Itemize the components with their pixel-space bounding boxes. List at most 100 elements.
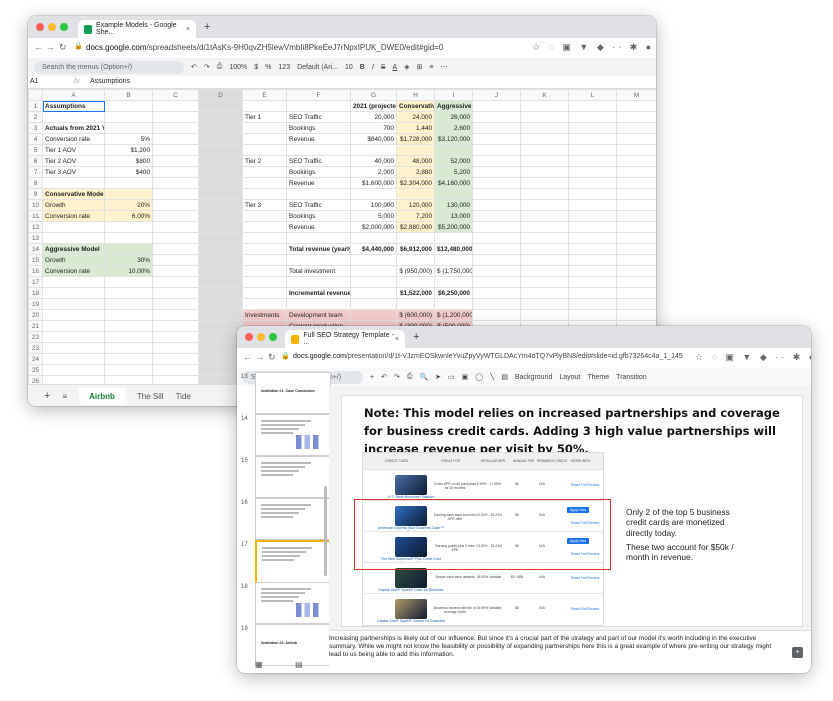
cell-c[interactable] <box>152 320 199 332</box>
cell-d[interactable] <box>198 166 243 178</box>
slide-thumbnail-18[interactable] <box>255 582 331 624</box>
cell-b[interactable]: 20% <box>104 199 153 211</box>
cell-h[interactable]: $1,522,000 <box>396 287 435 299</box>
cell-k[interactable] <box>520 254 569 266</box>
cell-e[interactable] <box>242 243 287 255</box>
back-icon[interactable]: ← <box>243 352 252 362</box>
row-header[interactable]: 17 <box>28 276 43 288</box>
tab-close-icon[interactable]: × <box>186 26 190 33</box>
cell-d[interactable] <box>198 353 243 365</box>
sheet-tab-tide[interactable]: Tide <box>176 392 191 401</box>
cell-e[interactable] <box>242 232 287 244</box>
cell-c[interactable] <box>152 342 199 354</box>
row-header[interactable]: 22 <box>28 331 43 343</box>
cell-i[interactable]: $4,160,000 <box>434 177 473 189</box>
cell-c[interactable] <box>152 133 199 145</box>
cell-b[interactable]: 6.00% <box>104 210 153 222</box>
all-sheets-icon[interactable]: ≡ <box>62 392 67 401</box>
zoom-select[interactable]: 100% <box>229 64 247 71</box>
column-header[interactable]: E <box>242 89 287 101</box>
cell-e[interactable]: Investments <box>242 309 287 321</box>
cell-f[interactable]: Bookings <box>286 210 351 222</box>
maximize-dot-icon[interactable] <box>60 23 68 31</box>
cell-i[interactable]: Aggressive <box>434 100 473 112</box>
cell-b[interactable] <box>104 331 153 343</box>
cell-f[interactable]: Revenue <box>286 221 351 233</box>
cell-m[interactable] <box>616 243 656 255</box>
cell-b[interactable]: $1,200 <box>104 144 153 156</box>
cell-h[interactable]: $6,912,000 <box>396 243 435 255</box>
cell-k[interactable] <box>520 210 569 222</box>
cell-m[interactable] <box>616 276 656 288</box>
cell-k[interactable] <box>520 232 569 244</box>
align-icon[interactable]: ≡ <box>429 64 433 71</box>
cell-c[interactable] <box>152 166 199 178</box>
fill-color-icon[interactable]: ◈ <box>404 63 409 71</box>
extension-icons[interactable]: ☆ ◌ ▣ ▼ ◆ ·· ✱ ● ⋮ <box>695 352 811 363</box>
cell-k[interactable] <box>520 100 569 112</box>
cell-e[interactable] <box>242 166 287 178</box>
number-format-button[interactable]: 123 <box>278 64 290 71</box>
layout-button[interactable]: Layout <box>559 374 580 381</box>
row-header[interactable]: 21 <box>28 320 43 332</box>
cell-e[interactable] <box>242 133 287 145</box>
currency-button[interactable]: $ <box>254 64 258 71</box>
cell-b[interactable] <box>104 188 153 200</box>
cell-a[interactable] <box>42 298 105 310</box>
cell-d[interactable] <box>198 111 243 123</box>
row-header[interactable]: 10 <box>28 199 43 211</box>
cell-a[interactable]: Conversion rate <box>42 133 105 145</box>
cell-e[interactable]: Tier 2 <box>242 155 287 167</box>
cell-d[interactable] <box>198 144 243 156</box>
cell-g[interactable]: 5,000 <box>350 210 397 222</box>
cell-j[interactable] <box>472 254 521 266</box>
cell-i[interactable] <box>434 276 473 288</box>
row-header[interactable]: 25 <box>28 364 43 376</box>
cell-c[interactable] <box>152 122 199 134</box>
explore-icon[interactable]: + <box>792 647 803 658</box>
cell-h[interactable]: 7,200 <box>396 210 435 222</box>
cell-k[interactable] <box>520 265 569 277</box>
cell-h[interactable] <box>396 298 435 310</box>
row-header[interactable]: 2 <box>28 111 43 123</box>
cell-k[interactable] <box>520 144 569 156</box>
cell-l[interactable] <box>568 166 617 178</box>
cell-k[interactable] <box>520 298 569 310</box>
cell-b[interactable] <box>104 320 153 332</box>
cell-l[interactable] <box>568 210 617 222</box>
cell-b[interactable] <box>104 298 153 310</box>
minimize-dot-icon[interactable] <box>257 333 265 341</box>
cell-k[interactable] <box>520 166 569 178</box>
cell-d[interactable] <box>198 309 243 321</box>
cell-k[interactable] <box>520 111 569 123</box>
cell-j[interactable] <box>472 144 521 156</box>
cell-h[interactable] <box>396 276 435 288</box>
cell-h[interactable]: $1,728,000 <box>396 133 435 145</box>
cell-h[interactable]: $2,304,000 <box>396 177 435 189</box>
cell-b[interactable] <box>104 353 153 365</box>
cell-a[interactable]: Conversion rate <box>42 265 105 277</box>
cell-f[interactable]: Revenue <box>286 133 351 145</box>
speaker-notes-panel[interactable]: Increasing partnerships is likely out of… <box>329 630 811 673</box>
cell-k[interactable] <box>520 122 569 134</box>
cell-h[interactable] <box>396 232 435 244</box>
cell-f[interactable]: Incremental revenue <box>286 287 351 299</box>
cell-a[interactable] <box>42 353 105 365</box>
row-header[interactable]: 6 <box>28 155 43 167</box>
cell-m[interactable] <box>616 122 656 134</box>
background-button[interactable]: Background <box>515 374 552 381</box>
cell-e[interactable] <box>242 188 287 200</box>
cell-b[interactable] <box>104 100 153 112</box>
maximize-dot-icon[interactable] <box>269 333 277 341</box>
row-header[interactable]: 4 <box>28 133 43 145</box>
cell-c[interactable] <box>152 353 199 365</box>
row-header[interactable]: 5 <box>28 144 43 156</box>
cell-b[interactable]: $800 <box>104 155 153 167</box>
cell-i[interactable]: 13,000 <box>434 210 473 222</box>
cell-e[interactable]: Tier 1 <box>242 111 287 123</box>
cell-l[interactable] <box>568 155 617 167</box>
undo-icon[interactable]: ↶ <box>381 373 387 381</box>
column-header[interactable]: G <box>350 89 397 101</box>
row-header[interactable]: 3 <box>28 122 43 134</box>
slide-thumbnail-19[interactable]: Institution #2: Airbnb <box>255 624 331 666</box>
